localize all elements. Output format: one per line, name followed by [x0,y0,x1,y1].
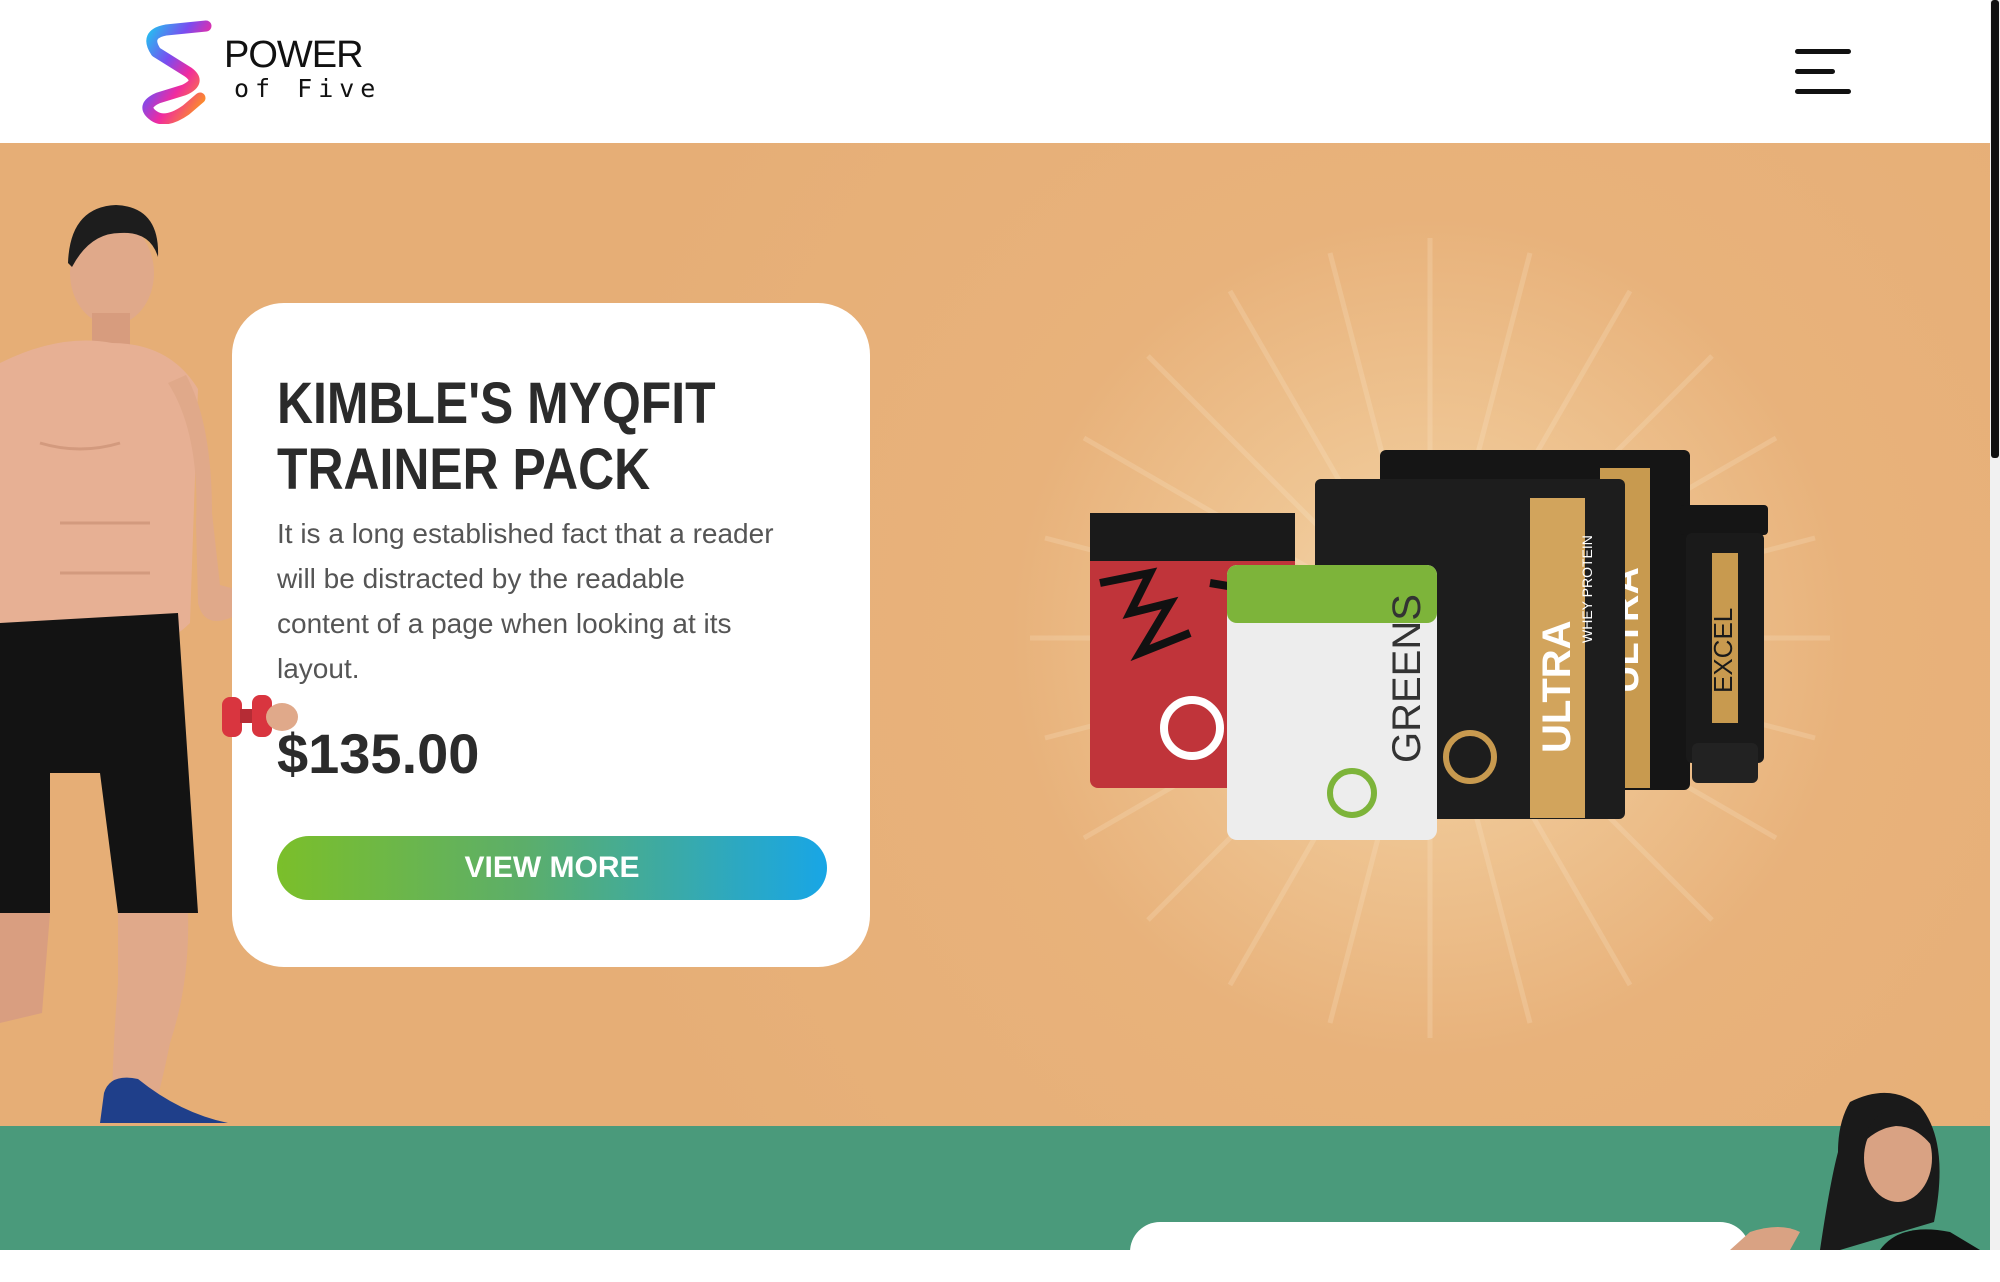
greens-pack: GREENS [1227,565,1437,840]
scrollbar-thumb[interactable] [1991,0,1999,458]
next-product-card [1130,1222,1750,1282]
product-price: $135.00 [277,722,480,785]
product-description: It is a long established fact that a rea… [277,518,774,684]
product-bundle-image: ULTRA ULTRA WHEY PROTEIN GREENS EXCEL [1090,450,1768,840]
svg-text:GREENS: GREENS [1385,594,1429,763]
dumbbell-icon [222,695,298,737]
product-title: KIMBLE'S MYQFIT TRAINER PACK [277,371,716,502]
svg-text:ULTRA: ULTRA [1535,620,1579,753]
logo-text-of-five: of Five [234,74,382,103]
hero-section: KIMBLE'S MYQFIT TRAINER PACK It is a lon… [0,143,1990,1126]
fitness-model-woman-image [1730,1092,1980,1250]
svg-text:WHEY PROTEIN: WHEY PROTEIN [1579,535,1595,643]
product-card: KIMBLE'S MYQFIT TRAINER PACK It is a lon… [232,303,870,967]
excel-tube: EXCEL [1680,505,1768,783]
view-more-button[interactable]: VIEW MORE [277,836,827,900]
logo-mark-icon [142,20,212,124]
hamburger-menu-icon[interactable] [1795,44,1855,96]
svg-text:EXCEL: EXCEL [1708,608,1738,693]
site-header: POWER of Five [0,0,1990,143]
logo-text-power: POWER [224,34,364,76]
brand-logo[interactable]: POWER of Five [136,20,396,124]
